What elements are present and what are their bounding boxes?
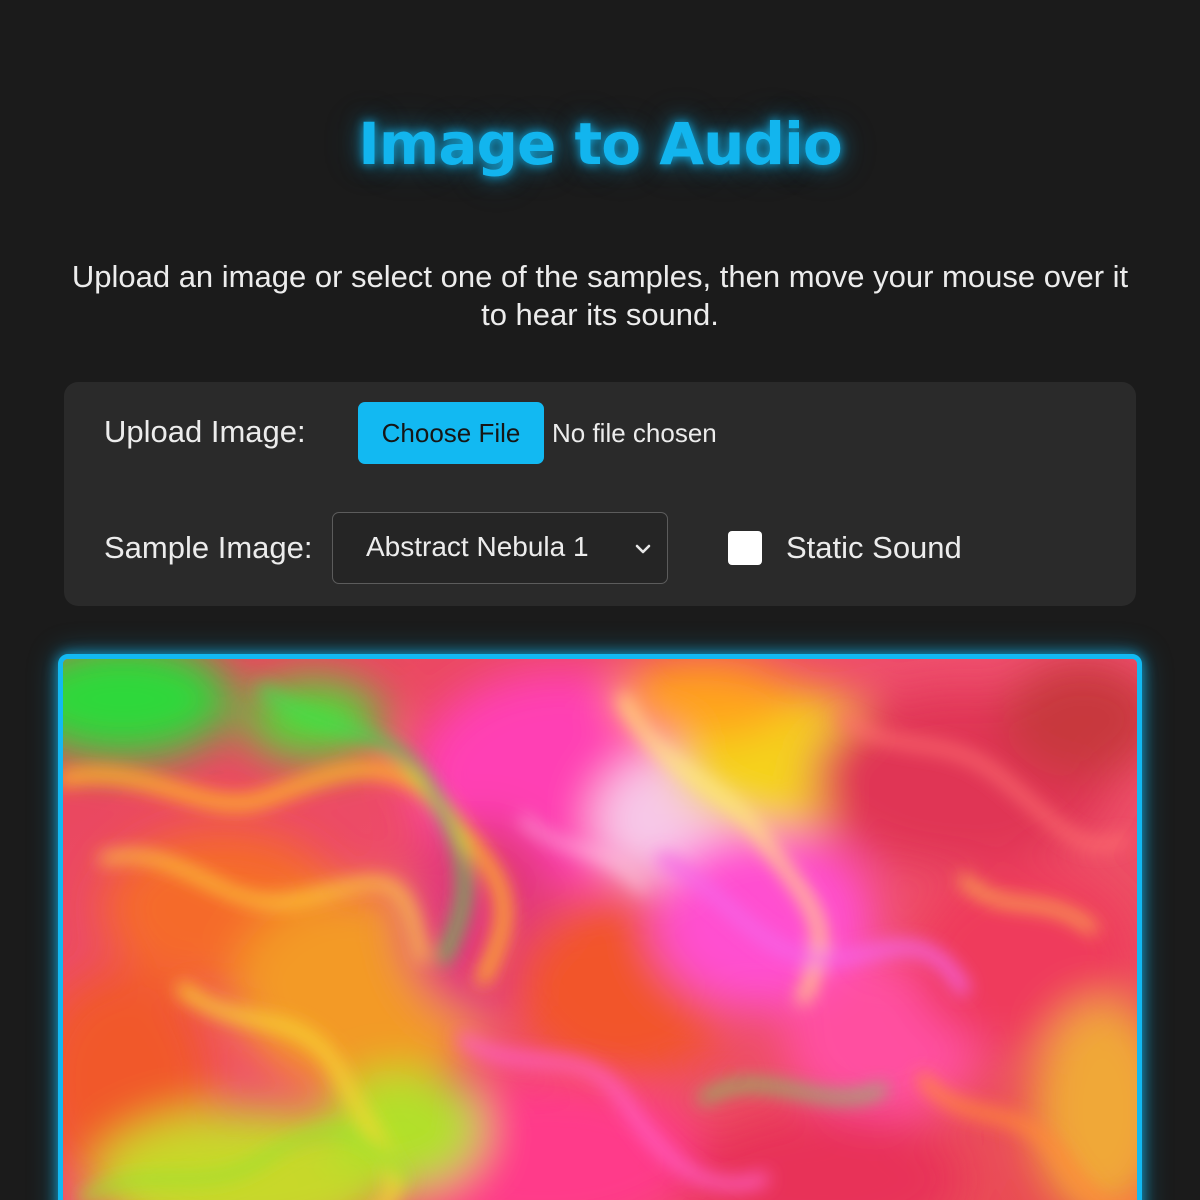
controls-panel: Upload Image: Choose File No file chosen… [64, 382, 1136, 606]
page-subtitle: Upload an image or select one of the sam… [71, 259, 1129, 332]
file-status-text: No file chosen [552, 418, 717, 448]
page: Image to Audio Upload an image or select… [0, 0, 1200, 1200]
sample-image-select[interactable]: Abstract Nebula 1 [332, 512, 668, 584]
chevron-down-icon [635, 544, 651, 554]
sample-image-label: Sample Image: [104, 530, 313, 565]
static-sound-checkbox[interactable] [728, 531, 762, 565]
abstract-swirl-image [63, 659, 1137, 1200]
static-sound-label: Static Sound [786, 530, 962, 565]
upload-image-label: Upload Image: [104, 414, 306, 449]
image-canvas[interactable] [58, 654, 1142, 1200]
sample-image-selected-value: Abstract Nebula 1 [366, 531, 589, 562]
page-title: Image to Audio [358, 110, 842, 178]
choose-file-button[interactable]: Choose File [358, 402, 544, 464]
